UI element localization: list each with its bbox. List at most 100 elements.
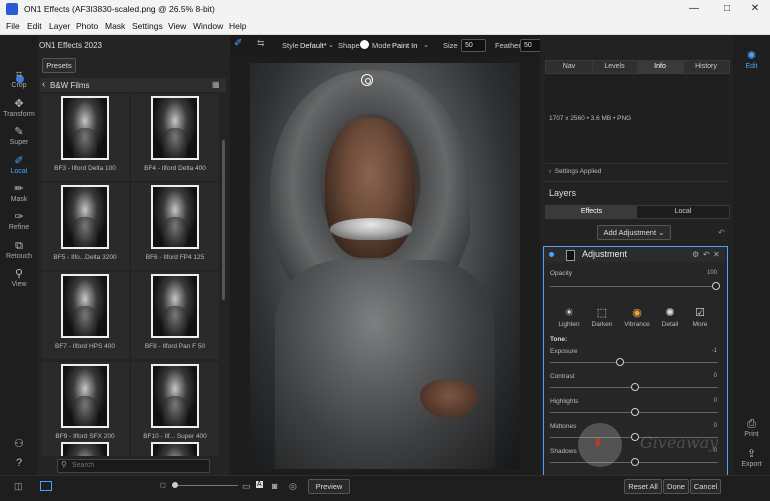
tool-super[interactable]: ✎ Super (0, 126, 38, 146)
preset-thumb[interactable]: BF9 - Ilford SFX 200 (41, 362, 129, 449)
slider-value-midtones[interactable]: 0 (697, 423, 717, 429)
single-view-icon[interactable] (40, 481, 52, 491)
category-header[interactable]: ‹ B&W Films (40, 78, 226, 92)
preset-thumb[interactable]: BF5 - Ilfo...Delta 3200 (41, 183, 129, 270)
fit-view-icon[interactable]: ▭ (242, 481, 251, 492)
opacity-slider[interactable] (550, 286, 718, 287)
preset-thumb[interactable]: BF8 - Ilford Pan F 50 (131, 272, 219, 359)
tool-mask[interactable]: ✏ Mask (0, 183, 38, 203)
shape-circle-icon[interactable] (360, 40, 369, 49)
slider-knob-midtones[interactable] (631, 433, 639, 441)
tool-edit[interactable]: ✺ Edit (733, 50, 770, 70)
style-dropdown[interactable]: Default* (300, 41, 327, 50)
opacity-knob[interactable] (712, 282, 720, 290)
cancel-button[interactable]: Cancel (690, 479, 721, 494)
tool-print[interactable]: ⎙ Print (733, 418, 770, 438)
menu-layer[interactable]: Layer (49, 21, 70, 31)
slider-knob-exposure[interactable] (615, 358, 624, 366)
menu-window[interactable]: Window (193, 21, 223, 31)
gear-icon[interactable]: ⚙ (692, 250, 699, 259)
mode-dropdown[interactable]: Paint In (392, 41, 417, 50)
close-icon[interactable]: ✕ (713, 250, 720, 259)
preset-thumb[interactable]: BF10 - Ilf... Super 400 (131, 362, 219, 449)
presets-button[interactable]: Presets (42, 58, 76, 73)
settings-applied-toggle[interactable]: › Settings Applied (549, 168, 601, 175)
reset-icon[interactable]: ↶ (718, 228, 725, 237)
slider-knob-highlights[interactable] (631, 408, 639, 416)
tab-local[interactable]: Local (637, 206, 729, 218)
tab-nav[interactable]: Nav (546, 61, 593, 73)
tab-effects[interactable]: Effects (546, 206, 638, 218)
slider-track-exposure[interactable] (550, 362, 718, 363)
feather-input[interactable]: 50 (520, 39, 542, 52)
close-button[interactable]: ✕ (740, 1, 770, 17)
preset-search[interactable]: ⚲ (57, 459, 210, 473)
layer-mask-icon[interactable] (566, 250, 575, 261)
preset-thumb-partial[interactable] (41, 440, 129, 456)
account-button[interactable]: ⚇ (0, 438, 38, 451)
slider-knob-contrast[interactable] (631, 383, 639, 391)
browser-scrollbar[interactable] (222, 140, 225, 300)
tool-export[interactable]: ⇪ Export (733, 448, 770, 468)
menu-view[interactable]: View (168, 21, 186, 31)
back-chevron-icon[interactable]: ‹ (42, 79, 45, 90)
slider-value-highlights[interactable]: 0 (697, 398, 717, 404)
preset-thumb[interactable]: BF6 - Ilford FP4 125 (131, 183, 219, 270)
search-icon: ⚲ (61, 460, 67, 469)
mask-view-icon[interactable]: ◎ (289, 481, 297, 492)
preset-image (61, 442, 109, 456)
preset-caption: BF3 - Ilford Delta 100 (54, 165, 116, 172)
brush-options-icon[interactable]: ⇆ (257, 38, 265, 49)
brush-tool-icon[interactable]: ✐ (234, 38, 242, 49)
export-icon: ⇪ (746, 448, 757, 460)
zoom-out-icon[interactable]: ◻ (160, 481, 166, 489)
help-button[interactable]: ? (0, 457, 38, 470)
reset-all-button[interactable]: Reset All (624, 479, 662, 494)
actual-size-icon[interactable]: A (256, 481, 263, 488)
search-input[interactable] (72, 460, 202, 471)
preset-thumb[interactable]: BF4 - Ilford Delta 400 (131, 94, 219, 181)
menu-file[interactable]: File (6, 21, 20, 31)
zoom-slider[interactable] (178, 485, 238, 486)
minimize-button[interactable]: — (679, 1, 709, 17)
menu-settings[interactable]: Settings (132, 21, 163, 31)
menu-help[interactable]: Help (229, 21, 246, 31)
overlay-icon[interactable]: ◙ (272, 481, 277, 491)
grid-view-icon[interactable]: ▦ (212, 81, 220, 89)
preview-button[interactable]: Preview (308, 479, 350, 494)
size-input[interactable]: 50 (461, 39, 486, 52)
tool-refine[interactable]: ✑ Refine (0, 211, 38, 231)
tab-history[interactable]: History (683, 61, 729, 73)
zoom-knob[interactable] (172, 482, 178, 488)
menu-edit[interactable]: Edit (27, 21, 42, 31)
preset-thumb-partial[interactable] (131, 440, 219, 456)
done-button[interactable]: Done (663, 479, 689, 494)
style-chevron-icon[interactable]: ⌄ (328, 41, 334, 49)
preset-thumb[interactable]: BF7 - Ilford HPS 400 (41, 272, 129, 359)
tab-info[interactable]: Info (637, 61, 684, 73)
tool-transform[interactable]: ✥ Transform (0, 98, 38, 118)
reset-layer-icon[interactable]: ↶ (703, 250, 710, 259)
tab-levels[interactable]: Levels (592, 61, 638, 73)
detail-button[interactable]: ✺ Detail (656, 307, 684, 328)
panel-toggle-icon[interactable]: ◫ (14, 481, 23, 492)
maximize-button[interactable]: □ (712, 1, 742, 17)
slider-knob-shadows[interactable] (631, 458, 639, 466)
slider-value-contrast[interactable]: 0 (697, 373, 717, 379)
opacity-value[interactable]: 100 (697, 270, 717, 276)
menu-mask[interactable]: Mask (105, 21, 125, 31)
menu-photo[interactable]: Photo (76, 21, 98, 31)
preset-thumb[interactable]: BF3 - Ilford Delta 100 (41, 94, 129, 181)
lighten-button[interactable]: ☀ Lighten (555, 307, 583, 328)
more-button[interactable]: ☑ More (686, 307, 714, 328)
vibrance-button[interactable]: ◉ Vibrance (623, 307, 651, 328)
tool-retouch[interactable]: ⧉ Retouch (0, 240, 38, 260)
add-adjustment-button[interactable]: Add Adjustment ⌄ (597, 225, 671, 240)
layer-visibility-icon[interactable] (549, 252, 554, 257)
slider-value-exposure[interactable]: -1 (697, 348, 717, 354)
tool-local[interactable]: ✐ Local (0, 155, 38, 175)
darken-button[interactable]: ⬚ Darken (588, 307, 616, 328)
mode-chevron-icon[interactable]: ⌄ (423, 41, 429, 49)
tool-view[interactable]: ⚲ View (0, 268, 38, 288)
tool-crop[interactable]: ⌗ Crop (0, 69, 38, 89)
